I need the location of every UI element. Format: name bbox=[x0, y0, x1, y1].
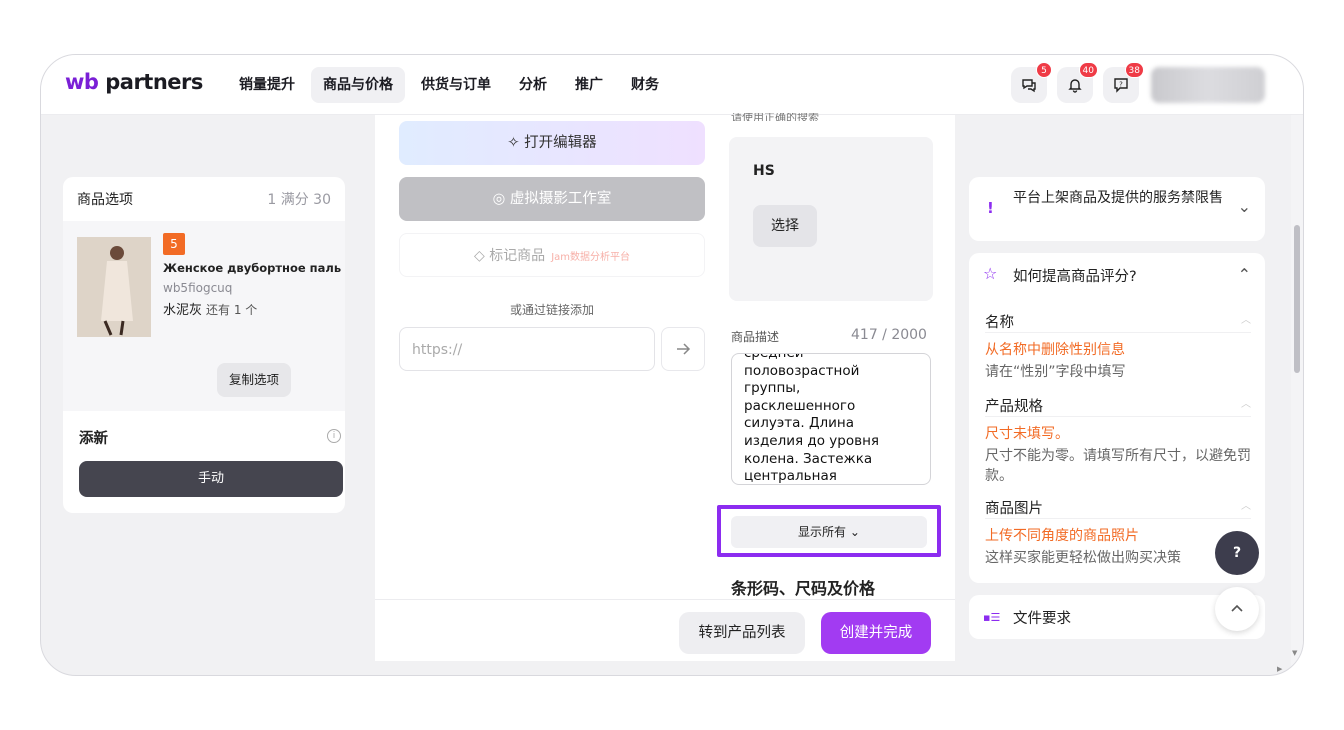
hs-code-box: HS 选择 bbox=[729, 137, 933, 301]
hs-select-button[interactable]: 选择 bbox=[753, 205, 817, 247]
browser-frame: wb partners 销量提升 商品与价格 供货与订单 分析 推广 财务 5 … bbox=[40, 54, 1304, 676]
notifications-badge: 40 bbox=[1078, 62, 1098, 78]
chevron-down-icon: ⌄ bbox=[846, 525, 860, 539]
nav-promotion[interactable]: 推广 bbox=[563, 67, 615, 103]
manual-button[interactable]: 手动 bbox=[79, 461, 343, 497]
top-header: wb partners 销量提升 商品与价格 供货与订单 分析 推广 财务 5 … bbox=[41, 55, 1303, 115]
caret-up-icon: ︿ bbox=[1241, 501, 1251, 512]
watermark-text: Jam数据分析平台 bbox=[551, 252, 631, 263]
product-thumbnail bbox=[77, 237, 151, 337]
support-button[interactable]: ? 38 bbox=[1103, 62, 1144, 103]
nav-products-prices[interactable]: 商品与价格 bbox=[311, 67, 405, 103]
scroll-right-arrow-icon[interactable]: ▶ bbox=[1277, 665, 1282, 673]
arrow-right-icon bbox=[677, 343, 691, 355]
wb-partners-logo[interactable]: wb partners bbox=[65, 70, 203, 94]
camera-icon: ◎ bbox=[492, 191, 510, 207]
improve-rating-card: ☆ 如何提高商品评分? ⌃ 名称 ︿ 从名称中删除性别信息 请在“性别”字段中填写… bbox=[969, 253, 1265, 583]
description-label: 商品描述 bbox=[731, 330, 780, 344]
open-editor-button[interactable]: ✧ 打开编辑器 bbox=[399, 121, 705, 165]
product-options-panel: 商品选项 1 满分 30 5 Женское двубортное пальто… bbox=[63, 177, 345, 513]
caret-up-icon: ︿ bbox=[1241, 399, 1251, 410]
tip-size: 产品规格 ︿ 尺寸未填写。 尺寸不能为零。请填写所有尺寸，以避免罚款。 bbox=[985, 395, 1251, 486]
support-badge: 38 bbox=[1124, 62, 1144, 78]
product-options-count: 1 满分 30 bbox=[267, 192, 331, 208]
product-rating-badge: 5 bbox=[163, 233, 185, 255]
scroll-to-top-button[interactable] bbox=[1215, 587, 1259, 631]
chevron-up-icon[interactable]: ⌃ bbox=[1238, 265, 1251, 284]
more-variants-link[interactable]: 还有 1 个 bbox=[206, 303, 257, 317]
nav-supply-orders[interactable]: 供货与订单 bbox=[409, 67, 503, 103]
tip-name: 名称 ︿ 从名称中删除性别信息 请在“性别”字段中填写 bbox=[985, 311, 1251, 382]
prohibited-items-card[interactable]: ! 平台上架商品及提供的服务禁限售 ⌄ bbox=[969, 177, 1265, 241]
file-list-icon: ▪☰ bbox=[983, 611, 1001, 624]
star-icon: ☆ bbox=[983, 264, 998, 283]
scrollbar-thumb[interactable] bbox=[1294, 225, 1300, 373]
account-menu[interactable] bbox=[1151, 67, 1265, 103]
chat-badge: 5 bbox=[1036, 62, 1052, 78]
help-button[interactable]: ? bbox=[1215, 531, 1259, 575]
product-form: ✧ 打开编辑器 ◎ 虚拟摄影工作室 ◇ 标记商品 Jam数据分析平台 或通过链接添… bbox=[375, 113, 955, 661]
create-and-finish-button[interactable]: 创建并完成 bbox=[821, 612, 931, 654]
scroll-down-arrow-icon[interactable]: ▼ bbox=[1292, 649, 1297, 657]
improve-rating-title: 如何提高商品评分? bbox=[1013, 269, 1137, 285]
hs-label: HS bbox=[753, 163, 775, 179]
prohibited-items-text: 平台上架商品及提供的服务禁限售 bbox=[1013, 190, 1223, 206]
product-variant-card[interactable]: 5 Женское двубортное пальто... wb5fiogcu… bbox=[63, 221, 345, 411]
product-color: 水泥灰 还有 1 个 bbox=[163, 303, 258, 318]
bell-icon bbox=[1068, 79, 1082, 93]
or-add-by-link: 或通过链接添加 bbox=[509, 303, 594, 317]
chat-icon bbox=[1022, 79, 1036, 93]
info-icon[interactable]: i bbox=[327, 429, 341, 443]
chevron-up-icon bbox=[1231, 604, 1243, 612]
notifications-button[interactable]: 40 bbox=[1057, 62, 1098, 103]
show-all-highlight: 显示所有 ⌄ bbox=[717, 505, 941, 557]
caret-up-icon: ︿ bbox=[1241, 315, 1251, 326]
show-all-button[interactable]: 显示所有 ⌄ bbox=[731, 516, 927, 548]
add-new-label: 添新 bbox=[79, 431, 108, 447]
svg-text:?: ? bbox=[1119, 81, 1123, 89]
copy-option-button[interactable]: 复制选项 bbox=[217, 363, 291, 397]
virtual-studio-button[interactable]: ◎ 虚拟摄影工作室 bbox=[399, 177, 705, 221]
nav-sales-boost[interactable]: 销量提升 bbox=[227, 67, 307, 103]
description-char-count: 417 / 2000 bbox=[851, 327, 927, 343]
product-options-title: 商品选项 bbox=[77, 192, 133, 208]
exclamation-icon: ! bbox=[987, 199, 994, 217]
hs-hint: 请使用正确的搜索 bbox=[731, 113, 819, 121]
nav-finance[interactable]: 财务 bbox=[619, 67, 671, 103]
go-to-product-list-button[interactable]: 转到产品列表 bbox=[679, 612, 805, 654]
tip-images: 商品图片 ︿ 上传不同角度的商品照片 这样买家能更轻松做出购买决策 bbox=[985, 497, 1251, 568]
product-code: wb5fiogcuq bbox=[163, 281, 233, 295]
message-question-icon: ? bbox=[1114, 78, 1128, 93]
chat-button[interactable]: 5 bbox=[1011, 62, 1052, 103]
url-submit-button[interactable] bbox=[661, 327, 705, 371]
url-input[interactable]: https:// bbox=[399, 327, 655, 371]
scrollbar-track[interactable] bbox=[1291, 115, 1303, 675]
main-nav: 销量提升 商品与价格 供货与订单 分析 推广 财务 bbox=[227, 67, 671, 103]
file-requirements-text: 文件要求 bbox=[1013, 611, 1071, 627]
nav-analytics[interactable]: 分析 bbox=[507, 67, 559, 103]
tag-icon: ◇ bbox=[473, 248, 490, 264]
product-name: Женское двубортное пальто... bbox=[163, 261, 341, 275]
barcode-size-price-title: 条形码、尺码及价格 bbox=[731, 579, 876, 598]
description-textarea[interactable]: средней половозрастной группы, расклешен… bbox=[731, 353, 931, 485]
form-footer: 转到产品列表 创建并完成 bbox=[375, 599, 955, 661]
sparkle-icon: ✧ bbox=[507, 135, 525, 151]
header-icons: 5 40 ? 38 bbox=[1011, 62, 1144, 103]
tag-product-button[interactable]: ◇ 标记商品 Jam数据分析平台 bbox=[399, 233, 705, 277]
chevron-down-icon: ⌄ bbox=[1237, 197, 1251, 216]
